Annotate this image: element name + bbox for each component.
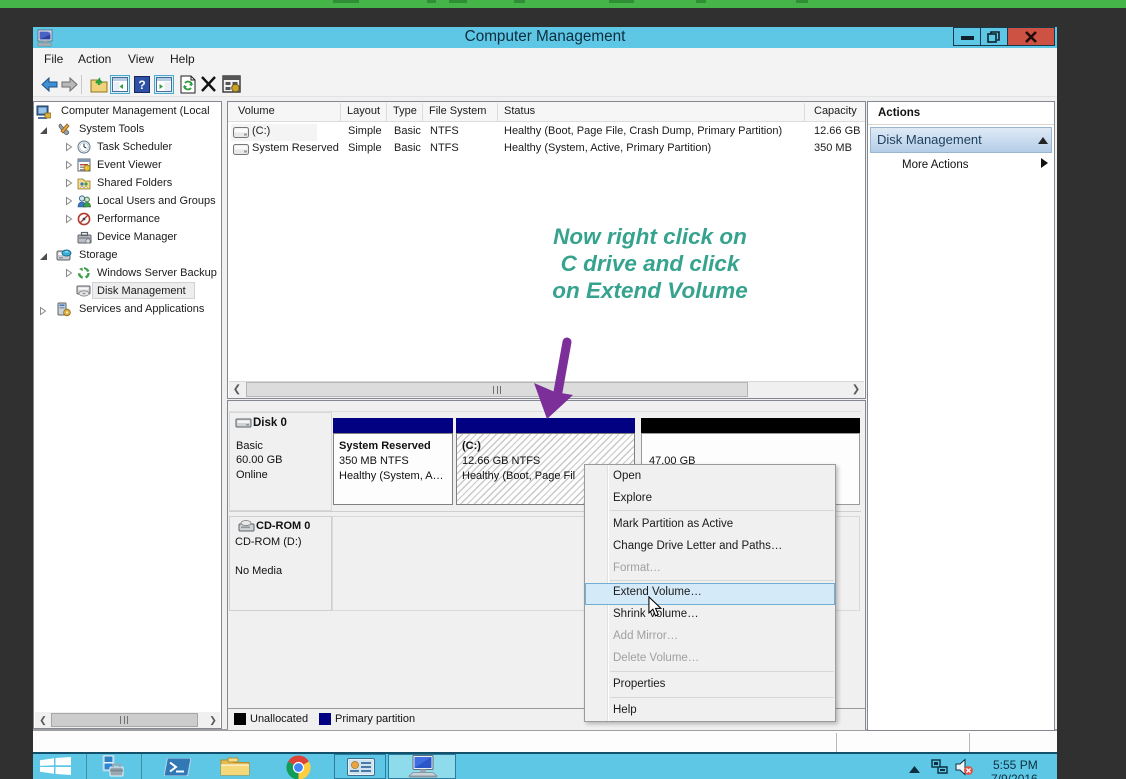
svg-text:?: ? [138, 78, 145, 92]
